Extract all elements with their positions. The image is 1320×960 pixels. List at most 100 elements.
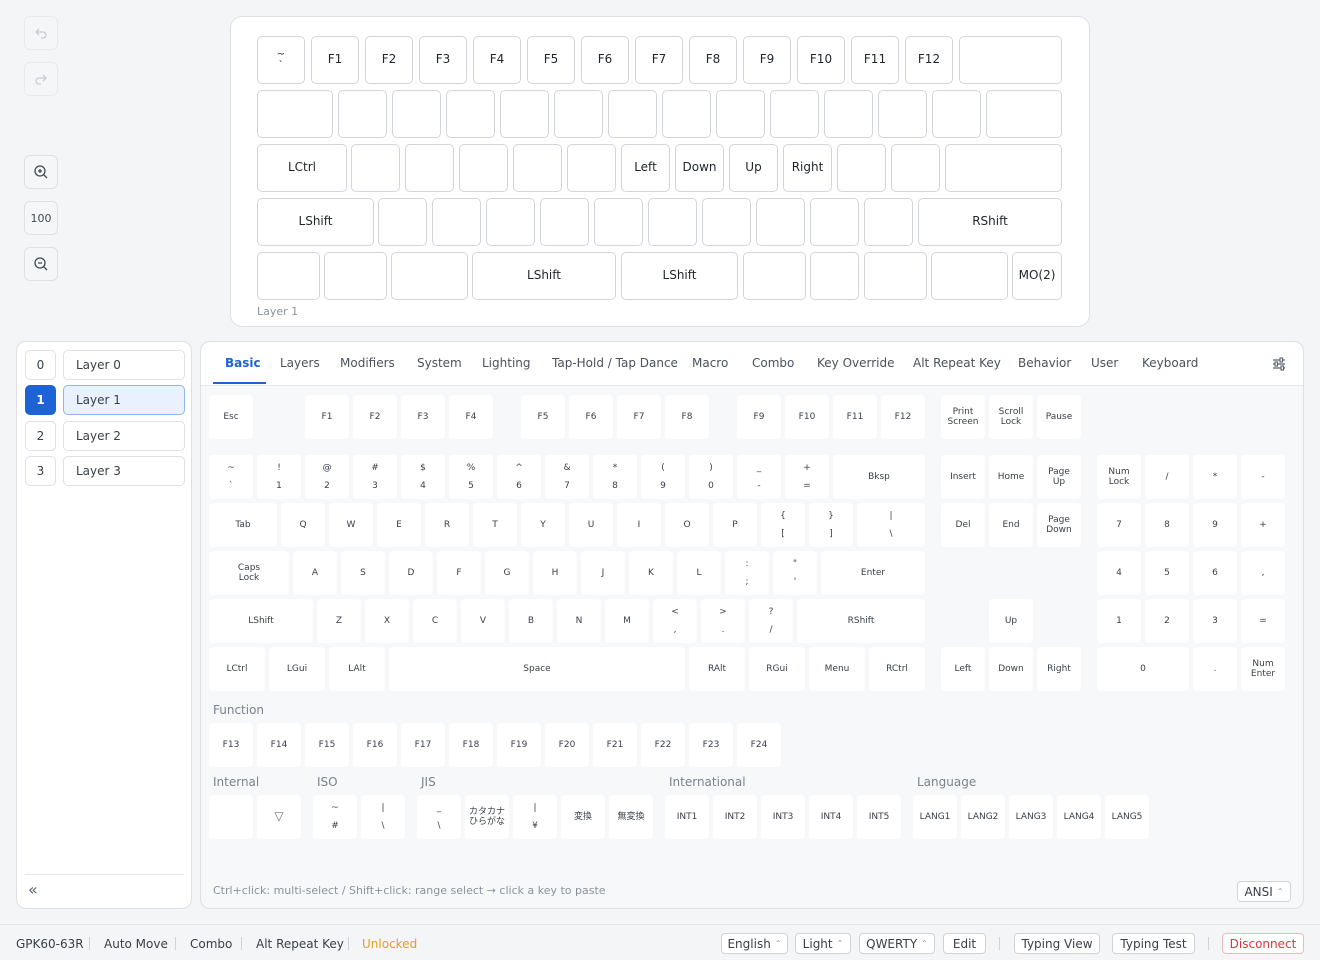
preview-key[interactable] [378, 198, 427, 246]
palette-key[interactable]: A [293, 551, 337, 595]
palette-key[interactable]: X [365, 599, 409, 643]
palette-key[interactable]: Page Up [1037, 455, 1081, 499]
preview-key[interactable]: RShift [918, 198, 1062, 246]
palette-key[interactable]: F8 [665, 395, 709, 439]
palette-key[interactable]: _ - [737, 455, 781, 499]
preview-key[interactable] [567, 144, 616, 192]
palette-key[interactable]: . [1193, 647, 1237, 691]
function-key[interactable]: F19 [497, 723, 541, 767]
preview-key[interactable]: F5 [527, 36, 575, 84]
palette-key[interactable]: F5 [521, 395, 565, 439]
palette-key[interactable]: 3 [1193, 599, 1237, 643]
preview-key[interactable]: Up [729, 144, 778, 192]
palette-key[interactable]: H [533, 551, 577, 595]
preview-key[interactable] [459, 144, 508, 192]
preview-key[interactable]: F2 [365, 36, 413, 84]
palette-key[interactable]: 7 [1097, 503, 1141, 547]
palette-key[interactable]: " ' [773, 551, 817, 595]
extra-key[interactable]: ▽ [257, 795, 301, 839]
palette-key[interactable]: Right [1037, 647, 1081, 691]
settings-button[interactable] [1271, 356, 1287, 372]
palette-key[interactable]: F [437, 551, 481, 595]
palette-key[interactable]: F1 [305, 395, 349, 439]
theme-select[interactable]: Light ⌃ [795, 933, 851, 954]
function-key[interactable]: F20 [545, 723, 589, 767]
palette-key[interactable]: F7 [617, 395, 661, 439]
preview-key[interactable] [486, 198, 535, 246]
palette-key[interactable]: E [377, 503, 421, 547]
layer-name-3[interactable]: Layer 3 [63, 456, 185, 486]
palette-key[interactable]: G [485, 551, 529, 595]
preview-key[interactable]: LShift [257, 198, 374, 246]
palette-key[interactable]: 4 [1097, 551, 1141, 595]
preview-key[interactable]: LCtrl [257, 144, 347, 192]
palette-key[interactable]: RAlt [689, 647, 745, 691]
preview-key[interactable]: F10 [797, 36, 845, 84]
preview-key[interactable]: LShift [472, 252, 616, 300]
palette-key[interactable]: {[ [761, 503, 805, 547]
preview-key[interactable] [540, 198, 589, 246]
palette-key[interactable]: :; [725, 551, 769, 595]
extra-key[interactable]: 無変換 [609, 795, 653, 839]
preview-key[interactable] [810, 198, 859, 246]
preview-key[interactable] [864, 252, 927, 300]
preview-key[interactable]: F9 [743, 36, 791, 84]
palette-key[interactable]: & 7 [545, 455, 589, 499]
extra-key[interactable]: _ \ [417, 795, 461, 839]
preview-key[interactable]: LShift [621, 252, 738, 300]
palette-key[interactable]: LAlt [329, 647, 385, 691]
preview-key[interactable] [932, 90, 981, 138]
extra-key[interactable]: INT1 [665, 795, 709, 839]
palette-key[interactable]: = [1241, 599, 1285, 643]
preview-key[interactable] [743, 252, 806, 300]
function-key[interactable]: F14 [257, 723, 301, 767]
preview-key[interactable] [554, 90, 603, 138]
palette-key[interactable]: I [617, 503, 661, 547]
extra-key[interactable] [209, 795, 253, 839]
palette-key[interactable]: 8 [1145, 503, 1189, 547]
extra-key[interactable]: LANG2 [961, 795, 1005, 839]
palette-key[interactable]: K [629, 551, 673, 595]
palette-key[interactable]: Enter [821, 551, 925, 595]
layer-name-1[interactable]: Layer 1 [63, 385, 185, 415]
palette-key[interactable]: Caps Lock [209, 551, 289, 595]
preview-key[interactable] [257, 90, 333, 138]
extra-key[interactable]: INT5 [857, 795, 901, 839]
keymap-select[interactable]: QWERTY ⌃ [859, 933, 935, 954]
palette-key[interactable]: Left [941, 647, 985, 691]
preview-key[interactable] [500, 90, 549, 138]
palette-key[interactable]: Print Screen [941, 395, 985, 439]
extra-key[interactable]: カタカナ ひらがな [465, 795, 509, 839]
collapse-sidebar-button[interactable]: « [28, 880, 38, 899]
palette-key[interactable]: $4 [401, 455, 445, 499]
palette-key[interactable]: End [989, 503, 1033, 547]
palette-key[interactable]: }] [809, 503, 853, 547]
palette-key[interactable]: V [461, 599, 505, 643]
tab-combo[interactable]: Combo [752, 356, 794, 370]
preview-key[interactable]: MO(2) [1012, 252, 1062, 300]
extra-key[interactable]: INT2 [713, 795, 757, 839]
palette-key[interactable]: P [713, 503, 757, 547]
palette-key[interactable]: LShift [209, 599, 313, 643]
palette-key[interactable]: D [389, 551, 433, 595]
preview-key[interactable] [824, 90, 873, 138]
preview-key[interactable] [931, 252, 1008, 300]
function-key[interactable]: F24 [737, 723, 781, 767]
palette-key[interactable]: F6 [569, 395, 613, 439]
palette-key[interactable]: (9 [641, 455, 685, 499]
preview-key[interactable] [351, 144, 400, 192]
extra-key[interactable]: LANG4 [1057, 795, 1101, 839]
disconnect-button[interactable]: Disconnect [1222, 933, 1304, 954]
palette-key[interactable]: >. [701, 599, 745, 643]
palette-key[interactable]: F11 [833, 395, 877, 439]
layout-select[interactable]: ANSI ⌃ [1237, 881, 1291, 902]
palette-key[interactable]: R [425, 503, 469, 547]
palette-key[interactable]: F4 [449, 395, 493, 439]
function-key[interactable]: F22 [641, 723, 685, 767]
palette-key[interactable]: Del [941, 503, 985, 547]
preview-key[interactable] [257, 252, 320, 300]
palette-key[interactable]: L [677, 551, 721, 595]
palette-key[interactable]: 1 [1097, 599, 1141, 643]
language-select[interactable]: English ⌃ [721, 933, 788, 954]
layer-number-1[interactable]: 1 [25, 385, 56, 415]
